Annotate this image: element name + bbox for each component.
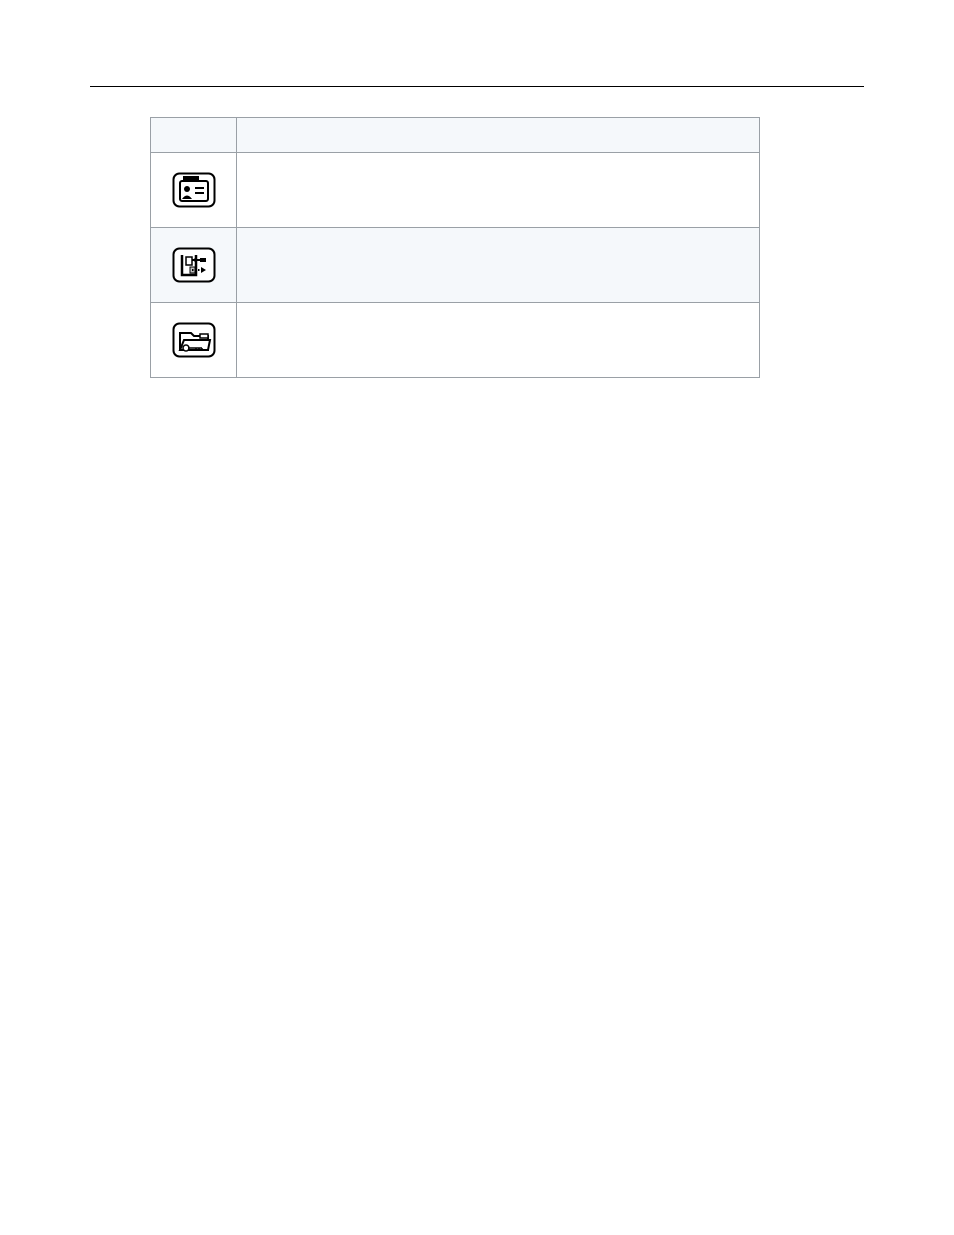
table-header-row: [151, 118, 760, 153]
description-cell: [237, 153, 759, 227]
document-page: { "table": { "headers": { "icon": "", "d…: [0, 0, 954, 1235]
door-transfer-icon: [172, 247, 216, 283]
folder-key-icon: [172, 322, 216, 358]
description-cell: [237, 303, 759, 377]
icon-cell: [151, 228, 236, 302]
description-cell: [237, 228, 759, 302]
icon-cell: [151, 303, 236, 377]
icon-cell: [151, 153, 236, 227]
header-divider: [90, 86, 864, 87]
table-row: [151, 303, 760, 378]
table-header-description: [237, 118, 760, 153]
table-row: [151, 153, 760, 228]
table-header-icon: [151, 118, 237, 153]
table-row: [151, 228, 760, 303]
icon-description-table: [150, 117, 760, 378]
id-card-icon: [172, 172, 216, 208]
